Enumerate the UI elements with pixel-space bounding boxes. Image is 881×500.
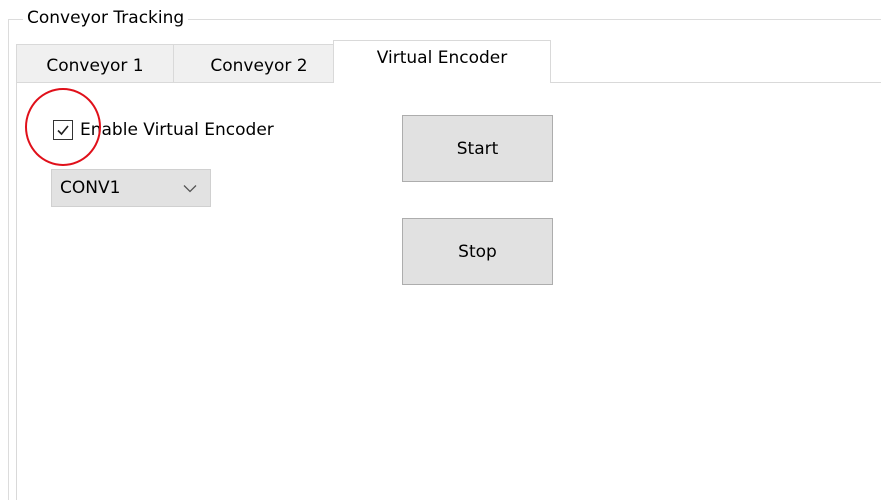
checkmark-icon [57, 125, 69, 136]
window-root: Conveyor Tracking Conveyor 1 Conveyor 2 … [0, 0, 881, 500]
stop-button[interactable]: Stop [402, 218, 553, 285]
tab-conveyor-1[interactable]: Conveyor 1 [16, 44, 174, 82]
groupbox-border-left [8, 19, 9, 500]
start-button[interactable]: Start [402, 115, 553, 182]
checkbox-box[interactable] [53, 120, 73, 140]
groupbox-title: Conveyor Tracking [23, 6, 189, 30]
tab-conveyor-2[interactable]: Conveyor 2 [173, 44, 345, 82]
enable-virtual-encoder-checkbox[interactable]: Enable Virtual Encoder [53, 118, 274, 142]
conveyor-select-value: CONV1 [60, 178, 121, 198]
enable-virtual-encoder-label: Enable Virtual Encoder [80, 120, 274, 140]
tab-virtual-encoder[interactable]: Virtual Encoder [333, 40, 551, 83]
chevron-down-icon [182, 183, 198, 193]
conveyor-select[interactable]: CONV1 [51, 169, 211, 207]
